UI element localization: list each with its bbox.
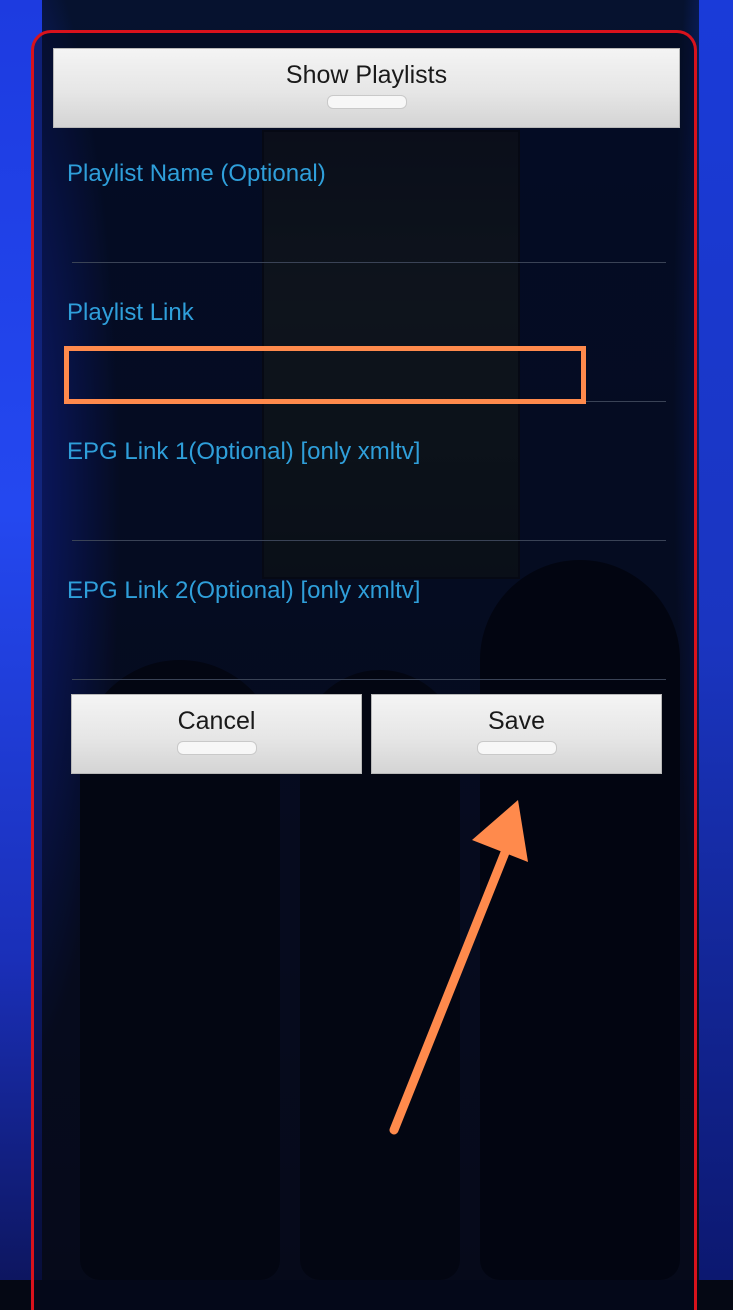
button-pill-indicator — [176, 741, 257, 755]
cancel-button[interactable]: Cancel — [71, 694, 362, 774]
playlist-name-input[interactable] — [72, 216, 666, 263]
button-pill-indicator — [476, 741, 557, 755]
playlist-link-label: Playlist Link — [67, 299, 194, 326]
pointer-arrow-icon — [389, 800, 528, 1135]
epg-link-1-label: EPG Link 1(Optional) [only xmltv] — [67, 438, 421, 465]
show-playlists-button[interactable]: Show Playlists — [53, 48, 680, 128]
show-playlists-label: Show Playlists — [285, 61, 448, 89]
button-pill-indicator — [326, 95, 407, 109]
background-blue-light-right — [699, 0, 733, 1280]
epg-link-2-input[interactable] — [72, 633, 666, 680]
epg-link-2-label: EPG Link 2(Optional) [only xmltv] — [67, 577, 421, 604]
epg-link-1-input[interactable] — [72, 494, 666, 541]
save-label: Save — [488, 707, 545, 735]
save-button[interactable]: Save — [371, 694, 662, 774]
playlist-name-label: Playlist Name (Optional) — [67, 160, 326, 187]
playlist-link-highlight — [64, 346, 586, 404]
cancel-label: Cancel — [177, 707, 256, 735]
